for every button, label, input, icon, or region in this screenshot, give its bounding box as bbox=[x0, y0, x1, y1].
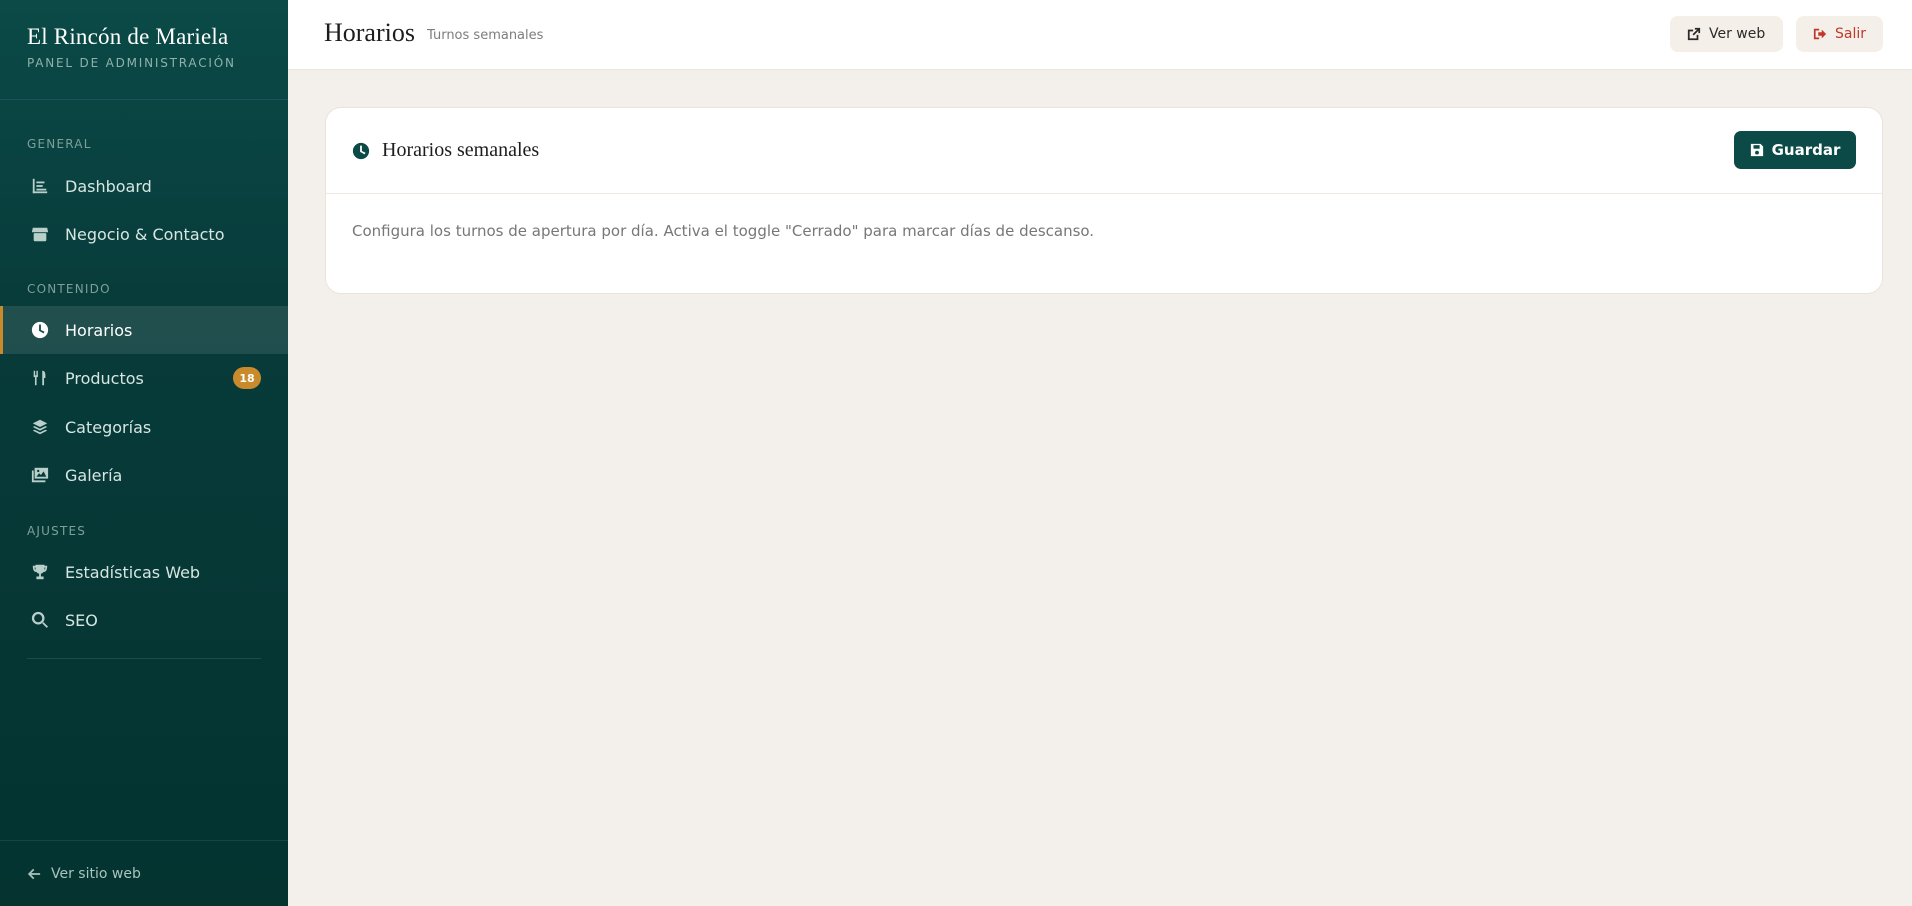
clock-icon bbox=[30, 320, 50, 340]
sidebar-item-productos[interactable]: Productos 18 bbox=[0, 354, 288, 402]
card-title-text: Horarios semanales bbox=[382, 139, 540, 161]
images-icon bbox=[30, 465, 50, 485]
sidebar-item-horarios[interactable]: Horarios bbox=[0, 306, 288, 354]
view-site-link[interactable]: Ver sitio web bbox=[0, 840, 288, 906]
brand-title: El Rincón de Mariela bbox=[27, 24, 229, 49]
sidebar-item-label: Estadísticas Web bbox=[65, 562, 201, 582]
brand-subtitle: PANEL DE ADMINISTRACIÓN bbox=[27, 56, 236, 70]
utensils-icon bbox=[30, 368, 50, 388]
sidebar-item-categorias[interactable]: Categorías bbox=[0, 403, 288, 451]
trophy-icon bbox=[30, 562, 50, 582]
sign-out-icon bbox=[1813, 28, 1827, 40]
sidebar-item-label: SEO bbox=[65, 610, 98, 630]
external-link-icon bbox=[1687, 27, 1701, 41]
section-ajustes: AJUSTES bbox=[27, 524, 87, 538]
sidebar-item-galeria[interactable]: Galería bbox=[0, 451, 288, 499]
save-label: Guardar bbox=[1771, 141, 1841, 159]
card-title: Horarios semanales bbox=[352, 139, 539, 162]
sidebar-item-negocio[interactable]: Negocio & Contacto bbox=[0, 210, 288, 258]
sidebar: El Rincón de Mariela PANEL DE ADMINISTRA… bbox=[0, 0, 288, 906]
topbar: Horarios Turnos semanales Ver web Salir bbox=[288, 0, 1912, 70]
page-subtitle: Turnos semanales bbox=[427, 28, 544, 43]
view-web-button[interactable]: Ver web bbox=[1670, 16, 1783, 52]
section-general: GENERAL bbox=[27, 137, 92, 151]
page-title: Horarios bbox=[324, 18, 415, 47]
store-icon bbox=[30, 224, 50, 244]
logout-label: Salir bbox=[1834, 26, 1866, 42]
sidebar-item-label: Productos bbox=[65, 368, 144, 388]
clock-icon bbox=[352, 142, 370, 159]
sidebar-item-estadisticas[interactable]: Estadísticas Web bbox=[0, 548, 288, 596]
sidebar-item-label: Dashboard bbox=[65, 176, 152, 196]
schedule-card: Horarios semanales Guardar Configura los… bbox=[325, 107, 1883, 294]
sidebar-item-label: Negocio & Contacto bbox=[65, 224, 225, 244]
sidebar-item-label: Horarios bbox=[65, 320, 133, 340]
sidebar-item-seo[interactable]: SEO bbox=[0, 596, 288, 644]
sidebar-divider bbox=[27, 658, 261, 659]
search-icon bbox=[30, 610, 50, 630]
sidebar-item-dashboard[interactable]: Dashboard bbox=[0, 162, 288, 210]
logout-button[interactable]: Salir bbox=[1796, 16, 1883, 52]
sidebar-item-label: Categorías bbox=[65, 417, 152, 437]
card-header: Horarios semanales Guardar bbox=[326, 108, 1882, 194]
card-description: Configura los turnos de apertura por día… bbox=[352, 222, 1095, 240]
chart-icon bbox=[30, 176, 50, 196]
section-contenido: CONTENIDO bbox=[27, 282, 111, 296]
brand: El Rincón de Mariela PANEL DE ADMINISTRA… bbox=[0, 0, 288, 100]
layers-icon bbox=[30, 417, 50, 437]
arrow-left-icon bbox=[27, 868, 41, 879]
view-site-label: Ver sitio web bbox=[51, 865, 141, 882]
save-button[interactable]: Guardar bbox=[1734, 131, 1856, 169]
save-icon bbox=[1750, 143, 1763, 157]
products-count-badge: 18 bbox=[233, 367, 261, 389]
view-web-label: Ver web bbox=[1709, 26, 1766, 42]
sidebar-item-label: Galería bbox=[65, 465, 123, 485]
